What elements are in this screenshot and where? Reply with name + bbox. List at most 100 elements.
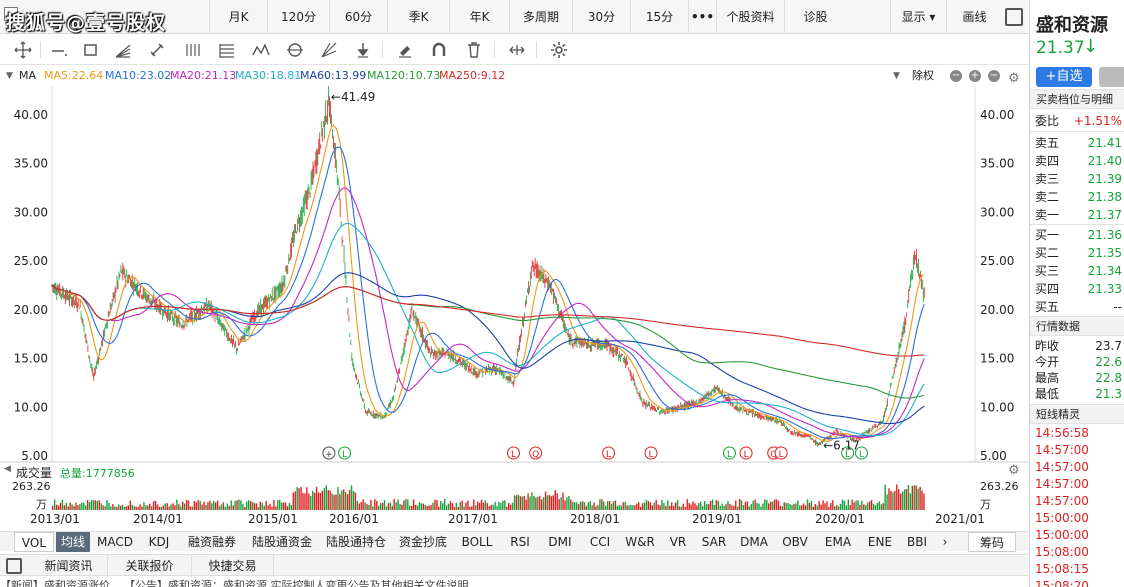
zoom-out-icon[interactable]: − [950,70,962,82]
news-tab-bar: 新闻资讯 关联报价 快捷交易 [0,554,1028,577]
volume-bar [911,485,914,510]
rectangle-tool-icon[interactable] [80,40,102,60]
more-actions-button[interactable] [1099,67,1124,87]
tab-yearly[interactable]: 年K [449,0,509,34]
indicator-tab--[interactable]: 融资融券 [180,532,244,552]
collapse-volume-icon[interactable]: ◀ [4,464,11,474]
spirit-time[interactable]: 14:57:00 [1035,494,1089,508]
volume-bar [907,485,910,510]
panel-toggle-icon[interactable] [1005,8,1023,26]
chevron-down-icon[interactable]: ▼ [893,66,900,86]
legend-collapse-icon[interactable]: ▼ [6,66,13,86]
x-axis-labels: 2013/01 2014/01 2015/01 2016/01 2017/01 2018/… [30,512,985,526]
spirit-time[interactable]: 15:08:15 [1035,562,1089,576]
tab-120min[interactable]: 120分 [267,0,329,34]
news-ticker[interactable]: 【新闻】盛和资源涨价... 【公告】盛和资源：盛和资源 实际控制人变更公告及其他… [0,577,1028,587]
indicator-tab-macd[interactable]: MACD [92,532,138,552]
tab-30min[interactable]: 30分 [572,0,630,34]
tab-15min[interactable]: 15分 [630,0,688,34]
arrow-down-icon[interactable] [352,40,374,60]
volume-bar [899,493,902,510]
indicator-tab-cci[interactable]: CCI [582,532,618,552]
zoom-in-icon[interactable]: + [969,70,981,82]
tab-stock-profile[interactable]: 个股资料 [716,0,784,34]
tab-related-quotes[interactable]: 关联报价 [108,555,192,577]
gear-icon[interactable] [548,40,570,60]
volume-bar [108,502,110,510]
indicator-tab-dmi[interactable]: DMI [540,532,580,552]
indicator-tab--[interactable]: 均线 [56,532,90,552]
expand-horizontal-icon[interactable] [506,40,528,60]
volume-settings-icon[interactable]: ⚙ [1008,463,1020,478]
spirit-time[interactable]: 15:00:00 [1035,528,1089,542]
indicator-tab--[interactable]: › [935,532,955,552]
eraser-icon[interactable] [394,40,416,60]
indicator-tab-ema[interactable]: EMA [817,532,859,552]
spirit-time[interactable]: 14:57:00 [1035,443,1089,457]
tab-quarterly[interactable]: 季K [387,0,449,34]
volume-bar [356,500,359,510]
tab-quick-trade[interactable]: 快捷交易 [192,555,274,577]
volume-bar [678,506,681,510]
add-watchlist-button[interactable]: +自选 [1036,67,1092,87]
indicator-tab-vr[interactable]: VR [662,532,694,552]
x-tick: 2013/01 [30,512,80,526]
volume-bar [638,502,640,510]
link-tool-icon[interactable] [146,40,168,60]
indicator-tab-kdj[interactable]: KDJ [140,532,178,552]
cycle-tool-icon[interactable] [284,40,306,60]
spirit-time[interactable]: 15:00:00 [1035,511,1089,525]
wave-tool-icon[interactable] [250,40,272,60]
volume-bar [591,505,593,510]
kline-chart[interactable]: 40.0035.0030.0025.0020.0015.0010.005.00 … [0,86,1028,530]
fibonacci-icon[interactable] [216,40,238,60]
spirit-time[interactable]: 15:08:20 [1035,579,1089,587]
indicator-tab--[interactable]: 陆股通持仓 [320,532,392,552]
line-tool-icon[interactable] [48,40,70,60]
display-dropdown[interactable]: 显示 ▾ [890,0,946,34]
indicator-tab-vol[interactable]: VOL [14,532,54,552]
volume-bar [63,505,66,510]
indicator-tab-obv[interactable]: OBV [775,532,815,552]
tab-news[interactable]: 新闻资讯 [30,555,108,577]
more-tabs-button[interactable]: ••• [688,0,716,34]
magnet-icon[interactable] [428,40,450,60]
indicator-tab-ene[interactable]: ENE [861,532,899,552]
indicator-tab--[interactable]: 资金抄底 [394,532,452,552]
indicator-tab-w-r[interactable]: W&R [619,532,661,552]
indicator-tab-bbi[interactable]: BBI [902,532,932,552]
volume-bar [263,505,265,510]
spirit-time[interactable]: 14:57:00 [1035,477,1089,491]
fan-tool-icon[interactable] [112,40,134,60]
gann-tool-icon[interactable] [318,40,340,60]
tab-diagnose[interactable]: 诊股 [784,0,846,34]
indicator-tab--[interactable]: 陆股通资金 [246,532,318,552]
volume-bar [546,495,549,510]
indicator-tab--[interactable]: 筹码 [968,532,1016,552]
indicator-tab-dma[interactable]: DMA [734,532,774,552]
volume-bar [618,505,621,510]
spirit-time[interactable]: 14:57:00 [1035,460,1089,474]
volume-bar [96,500,99,510]
volume-bar [383,500,386,510]
spirit-time[interactable]: 15:08:00 [1035,545,1089,559]
news-toggle-icon[interactable] [6,558,22,574]
volume-bar [467,500,469,510]
remove-indicator-icon[interactable]: − [988,70,1000,82]
ex-rights-dropdown[interactable]: 除权 [912,66,934,86]
parallel-lines-icon[interactable] [182,40,204,60]
volume-bar [509,504,512,510]
trash-icon[interactable] [463,40,485,60]
volume-bar [133,506,135,510]
draw-line-button[interactable]: 画线 [946,0,1002,34]
indicator-tab-rsi[interactable]: RSI [502,532,538,552]
crosshair-icon[interactable] [12,40,34,60]
indicator-tab-sar[interactable]: SAR [696,532,732,552]
indicator-tab-boll[interactable]: BOLL [454,532,500,552]
tab-60min[interactable]: 60分 [329,0,387,34]
tab-monthly[interactable]: 月K [209,0,267,34]
spirit-time[interactable]: 14:56:58 [1035,426,1089,440]
tab-multi-period[interactable]: 多周期 [509,0,572,34]
volume-bar [632,505,634,510]
volume-bar [688,502,690,510]
